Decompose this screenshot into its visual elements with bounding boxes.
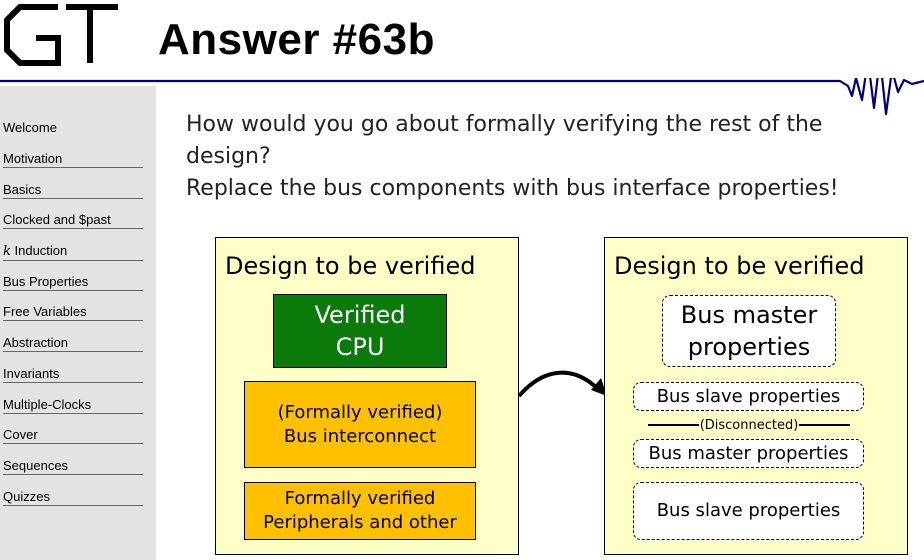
question-line-1: How would you go about formally verifyin…: [186, 112, 823, 137]
sidebar-item-cover[interactable]: Cover: [3, 427, 143, 444]
sidebar-item-free-variables[interactable]: Free Variables: [3, 304, 143, 321]
sidebar-item-multiple-clocks[interactable]: Multiple-Clocks: [3, 397, 143, 414]
gt-logo: [4, 4, 118, 66]
sidebar-item-abstraction[interactable]: Abstraction: [3, 335, 143, 352]
sidebar-item-quizzes[interactable]: Quizzes: [3, 489, 143, 506]
verified-cpu-box: Verified CPU: [273, 294, 447, 368]
peripherals-box: Formally verified Peripherals and other: [244, 482, 476, 540]
bus-master-properties-top: Bus master properties: [662, 295, 836, 367]
left-panel-title: Design to be verified: [225, 252, 476, 280]
bus-interconnect-box: (Formally verified) Bus interconnect: [244, 381, 476, 468]
replacement-arrow-icon: [517, 370, 607, 398]
sidebar-item-k-induction[interactable]: k Induction: [3, 243, 143, 261]
sidebar-item-sequences[interactable]: Sequences: [3, 458, 143, 475]
sidebar-item-welcome[interactable]: Welcome: [3, 120, 143, 136]
sidebar-item-invariants[interactable]: Invariants: [3, 366, 143, 383]
bus-slave-properties-box: Bus slave properties: [633, 382, 864, 411]
page-title: Answer #63b: [158, 15, 435, 64]
sidebar-item-basics[interactable]: Basics: [3, 182, 143, 199]
bus-master-properties-box: Bus master properties: [633, 439, 864, 468]
question-line-2: design?: [186, 144, 271, 169]
answer-line: Replace the bus components with bus inte…: [186, 176, 839, 201]
disconnected-label: (Disconnected): [699, 417, 799, 433]
bus-slave-properties-bottom: Bus slave properties: [633, 482, 864, 540]
sidebar-item-bus-properties[interactable]: Bus Properties: [3, 274, 143, 291]
sidebar-item-clocked-past[interactable]: Clocked and $past: [3, 212, 143, 229]
disconnected-separator: (Disconnected): [648, 416, 850, 434]
sidebar-item-motivation[interactable]: Motivation: [3, 151, 143, 168]
question-text: How would you go about formally verifyin…: [186, 109, 886, 205]
right-panel-title: Design to be verified: [614, 252, 865, 280]
